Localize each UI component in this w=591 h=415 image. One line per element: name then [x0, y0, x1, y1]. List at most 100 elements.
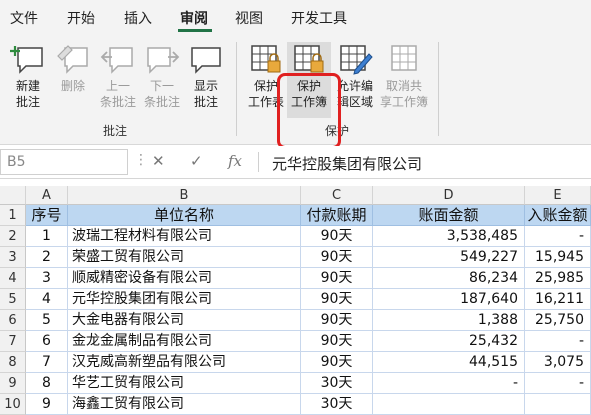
- cell-a[interactable]: 1: [26, 226, 68, 247]
- row-header[interactable]: 6: [0, 310, 26, 331]
- cell-b[interactable]: 金龙金属制品有限公司: [68, 331, 301, 352]
- next-comment-icon: [147, 47, 180, 74]
- cell-b[interactable]: 华艺工贸有限公司: [68, 373, 301, 394]
- column-header-a[interactable]: A: [26, 186, 68, 205]
- cell-e[interactable]: -: [525, 226, 591, 247]
- cell-a[interactable]: 8: [26, 373, 68, 394]
- group-separator: [438, 42, 439, 136]
- header-cell-a[interactable]: 序号: [26, 205, 68, 226]
- cell-b[interactable]: 荣盛工贸有限公司: [68, 247, 301, 268]
- cell-e[interactable]: 25,750: [525, 310, 591, 331]
- show-comment-button[interactable]: 显示 批注: [184, 42, 228, 118]
- row-header[interactable]: 10: [0, 394, 26, 415]
- cell-e[interactable]: -: [525, 331, 591, 352]
- cell-c[interactable]: 90天: [301, 331, 373, 352]
- column-header-c[interactable]: C: [301, 186, 373, 205]
- row-header[interactable]: 7: [0, 331, 26, 352]
- menu-review[interactable]: 审阅: [180, 8, 208, 28]
- unshare-workbook-icon: [391, 45, 417, 71]
- row-header[interactable]: 2: [0, 226, 26, 247]
- cell-a[interactable]: 4: [26, 289, 68, 310]
- cell-a[interactable]: 6: [26, 331, 68, 352]
- cell-d[interactable]: 1,388: [373, 310, 525, 331]
- column-header-b[interactable]: B: [68, 186, 301, 205]
- header-cell-d[interactable]: 账面金额: [373, 205, 525, 226]
- cell-c[interactable]: 90天: [301, 268, 373, 289]
- next-comment-button[interactable]: 下一 条批注: [140, 42, 184, 118]
- menu-bar: 文件 开始 插入 审阅 视图 开发工具: [0, 0, 591, 36]
- cell-a[interactable]: 9: [26, 394, 68, 415]
- cell-c[interactable]: 30天: [301, 373, 373, 394]
- cell-e[interactable]: 3,075: [525, 352, 591, 373]
- active-tab-underline: [178, 29, 212, 32]
- function-icon[interactable]: fx: [228, 152, 242, 170]
- row-header[interactable]: 9: [0, 373, 26, 394]
- cell-c[interactable]: 30天: [301, 394, 373, 415]
- cell-c[interactable]: 90天: [301, 289, 373, 310]
- new-comment-button[interactable]: 新建 批注: [6, 42, 50, 118]
- protect-sheet-icon: [251, 45, 281, 73]
- cell-c[interactable]: 90天: [301, 226, 373, 247]
- previous-comment-button[interactable]: 上一 条批注: [96, 42, 140, 118]
- cell-d[interactable]: 86,234: [373, 268, 525, 289]
- cell-a[interactable]: 2: [26, 247, 68, 268]
- cell-d[interactable]: [373, 394, 525, 415]
- previous-comment-icon: [100, 47, 133, 74]
- cell-a[interactable]: 3: [26, 268, 68, 289]
- menu-insert[interactable]: 插入: [124, 8, 152, 28]
- row-header[interactable]: 1: [0, 205, 26, 226]
- formula-input[interactable]: 元华控股集团有限公司: [272, 153, 422, 174]
- column-header-d[interactable]: D: [373, 186, 525, 205]
- cell-b[interactable]: 元华控股集团有限公司: [68, 289, 301, 310]
- cell-d[interactable]: 25,432: [373, 331, 525, 352]
- row-header[interactable]: 3: [0, 247, 26, 268]
- formula-separator: [258, 152, 259, 172]
- group-separator: [236, 42, 237, 136]
- cell-e[interactable]: 25,985: [525, 268, 591, 289]
- new-comment-icon: [10, 46, 43, 74]
- cell-c[interactable]: 90天: [301, 247, 373, 268]
- cell-d[interactable]: -: [373, 373, 525, 394]
- spreadsheet-grid: A B C D E 1 序号 单位名称 付款账期 账面金额 入账金额 2 1 波瑞工程材料有限公…: [0, 186, 591, 415]
- cell-b[interactable]: 大金电器有限公司: [68, 310, 301, 331]
- allow-edit-ranges-icon: [340, 45, 373, 75]
- column-header-e[interactable]: E: [525, 186, 591, 205]
- cell-d[interactable]: 44,515: [373, 352, 525, 373]
- cell-e[interactable]: -: [525, 373, 591, 394]
- cell-a[interactable]: 7: [26, 352, 68, 373]
- cell-e[interactable]: 16,211: [525, 289, 591, 310]
- header-cell-e[interactable]: 入账金额: [525, 205, 591, 226]
- unshare-workbook-button[interactable]: 取消共 享工作簿: [380, 42, 428, 118]
- menu-home[interactable]: 开始: [67, 8, 95, 28]
- header-cell-b[interactable]: 单位名称: [68, 205, 301, 226]
- enter-icon[interactable]: ✓: [190, 152, 203, 170]
- cell-b[interactable]: 汉克威高新塑品有限公司: [68, 352, 301, 373]
- menu-developer[interactable]: 开发工具: [291, 8, 347, 28]
- cell-a[interactable]: 5: [26, 310, 68, 331]
- cell-d[interactable]: 549,227: [373, 247, 525, 268]
- name-box-dropdown-icon[interactable]: ⋮: [134, 152, 148, 168]
- highlight-box: [277, 73, 341, 149]
- cell-b[interactable]: 顺威精密设备有限公司: [68, 268, 301, 289]
- cell-b[interactable]: 波瑞工程材料有限公司: [68, 226, 301, 247]
- delete-comment-button[interactable]: 删除: [51, 42, 95, 118]
- row-header[interactable]: 8: [0, 352, 26, 373]
- row-header[interactable]: 4: [0, 268, 26, 289]
- show-comment-label-1: 显示: [193, 79, 218, 93]
- show-comment-label-2: 批注: [193, 95, 218, 109]
- cancel-icon[interactable]: ✕: [152, 152, 165, 170]
- cell-d[interactable]: 187,640: [373, 289, 525, 310]
- select-all-corner[interactable]: [0, 186, 26, 205]
- menu-file[interactable]: 文件: [10, 8, 38, 28]
- row-header[interactable]: 5: [0, 289, 26, 310]
- cell-c[interactable]: 90天: [301, 310, 373, 331]
- name-box[interactable]: B5: [0, 149, 128, 175]
- cell-b[interactable]: 海鑫工贸有限公司: [68, 394, 301, 415]
- header-cell-c[interactable]: 付款账期: [301, 205, 373, 226]
- cell-c[interactable]: 90天: [301, 352, 373, 373]
- menu-view[interactable]: 视图: [235, 8, 263, 28]
- new-comment-label-2: 批注: [15, 95, 40, 109]
- cell-e[interactable]: [525, 394, 591, 415]
- cell-e[interactable]: 15,945: [525, 247, 591, 268]
- cell-d[interactable]: 3,538,485: [373, 226, 525, 247]
